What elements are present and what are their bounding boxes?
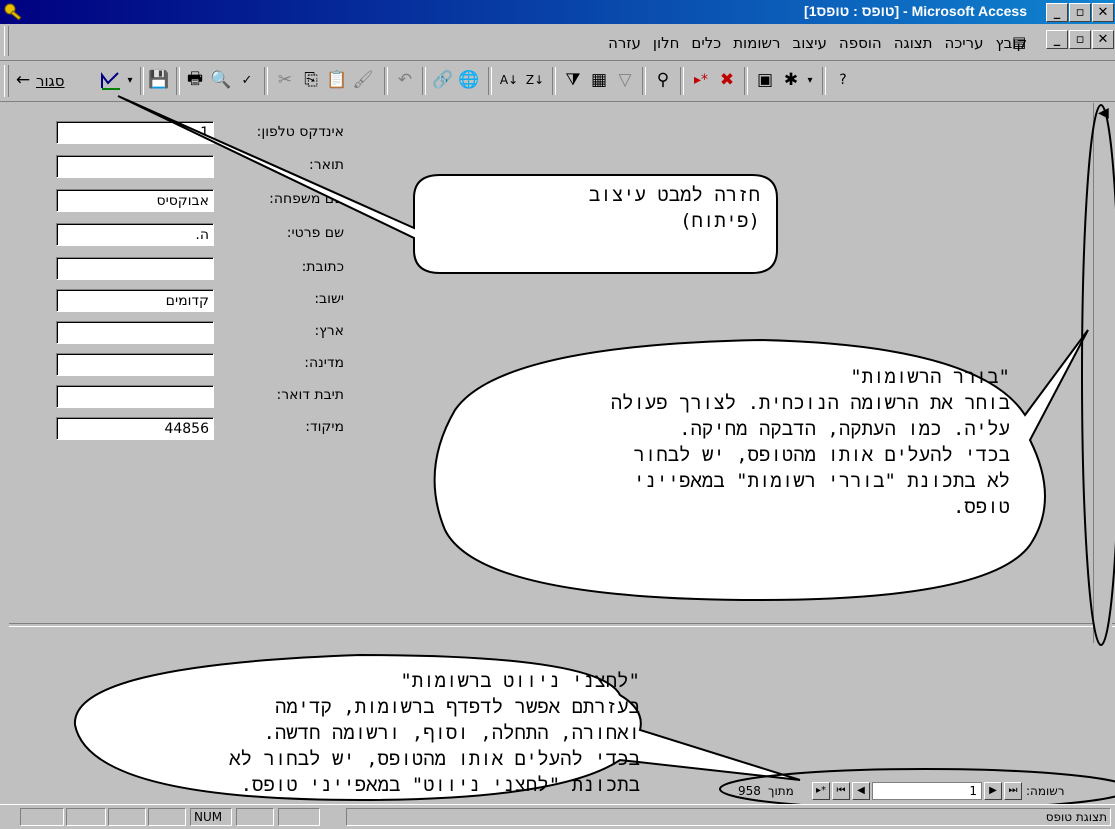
callout-line: "בורר הרשומות" (850, 366, 1010, 388)
of-label: מתוך (768, 784, 794, 798)
callout-line: בוחר את הרשומה הנוכחית. לצורך פעולה (610, 392, 1010, 414)
status-panel (236, 808, 274, 826)
record-label: רשומה: (1026, 784, 1065, 798)
status-bar: NUM תצוגת טופס (0, 804, 1115, 829)
status-panel (20, 808, 64, 826)
callout-line: בתכונת "לחצני ניווט" במאפייני טופס. (240, 774, 640, 796)
next-record-button[interactable]: ▶ (984, 782, 1002, 800)
design-view-callout-text: חזרה למבט עיצוב (פיתוח) (460, 182, 760, 234)
new-record-nav-button[interactable]: ▸* (812, 782, 830, 800)
record-navigation-bar: 958 מתוך ▸* ⏮ ◀ ▶ ⏭ רשומה: (738, 781, 1115, 803)
callout-line: (פיתוח) (680, 210, 760, 232)
callout-line: בכדי להעלים אותו מהטופס, יש לבחור לא (229, 748, 640, 770)
callout-line: לא בתכונת "בוררי רשומות" במאפייני (633, 470, 1010, 492)
view-mode-status: תצוגת טופס (346, 808, 1111, 826)
status-panel (66, 808, 106, 826)
callout-line: טופס. (952, 496, 1010, 518)
status-panel (108, 808, 146, 826)
navigation-callout-text: "לחצני ניווט ברשומות" בעזרתם אפשר לדפדף … (100, 668, 640, 798)
record-total: 958 (738, 784, 761, 798)
prev-record-button[interactable]: ◀ (852, 782, 870, 800)
status-panel (148, 808, 186, 826)
last-record-button[interactable]: ⏭ (1004, 782, 1022, 800)
first-record-button[interactable]: ⏮ (832, 782, 850, 800)
callout-line: "לחצני ניווט ברשומות" (400, 670, 640, 692)
record-number-input[interactable] (872, 782, 982, 800)
record-selector-highlight (1081, 104, 1115, 646)
status-panel (278, 808, 320, 826)
callout-line: ואחורה, התחלה, וסוף, ורשומה חדשה. (263, 722, 640, 744)
callout-line: עליה. כמו העתקה, הדבקה מחיקה. (679, 418, 1010, 440)
num-lock-indicator: NUM (190, 808, 232, 826)
callout-line: בעזרתם אפשר לדפדף ברשומות, קדימה (274, 696, 640, 718)
callout-line: חזרה למבט עיצוב (588, 184, 760, 206)
record-selector-callout-text: "בורר הרשומות" בוחר את הרשומה הנוכחית. ל… (470, 364, 1010, 520)
callout-line: בכדי להעלים אותו מהטופס, יש לבחור (633, 444, 1010, 466)
